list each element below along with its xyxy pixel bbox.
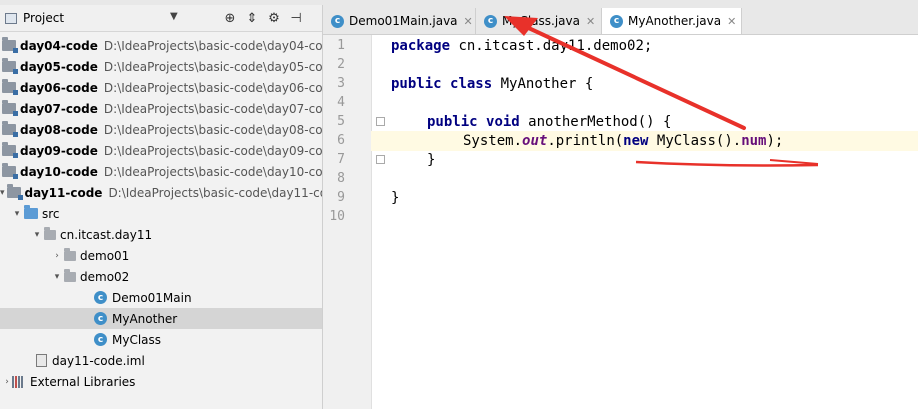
annotation-arrowhead [504, 16, 538, 36]
annotation-overlay [504, 16, 819, 167]
annotation-arrow-line [518, 22, 746, 130]
annotation-underline-stroke [769, 159, 819, 165]
